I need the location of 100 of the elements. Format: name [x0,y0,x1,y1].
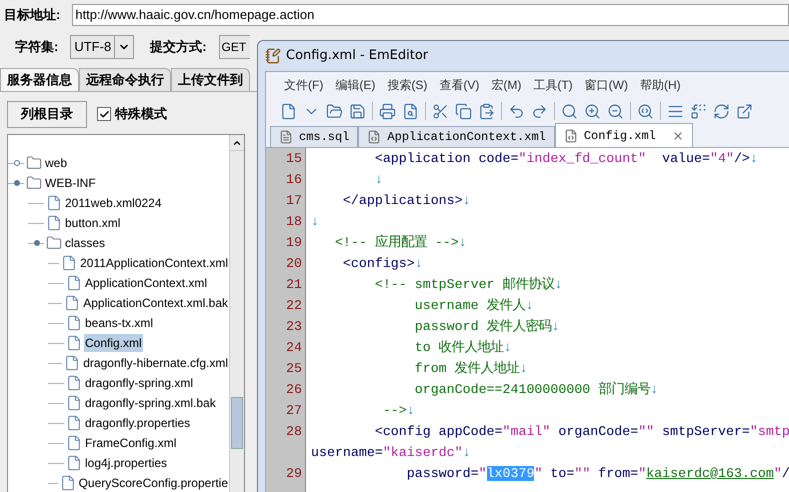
tree-item[interactable]: web [44,154,68,172]
folder-icon [26,175,42,191]
tree-item[interactable]: dragonfly-spring.xml.bak [84,394,217,412]
menu-item[interactable]: 查看(V) [439,76,480,94]
expander-handle[interactable] [14,160,20,166]
file-icon [60,475,76,491]
close-icon[interactable] [672,130,684,142]
code-line: from 发件人地址↓ [414,360,528,378]
tree-item[interactable]: WEB-INF [44,174,97,192]
printer-icon[interactable] [379,102,396,120]
tree-item[interactable]: dragonfly-spring.xml [84,374,194,392]
tab[interactable]: 上传文件到 [171,68,250,91]
preview-icon[interactable] [402,102,419,120]
paste-icon[interactable] [478,102,495,120]
code-line: organCode==24100000000 部门编号↓ [414,380,658,399]
file-icon [66,455,82,471]
expander-handle[interactable] [14,180,20,186]
line-number: 16 [286,172,302,187]
code-line: <application code="index_fd_count" value="4"/>↓ [374,150,758,168]
folder-icon [26,155,42,171]
code-line: </applications>↓ [342,192,471,210]
document-tab[interactable]: Config.xml [554,123,693,147]
file-icon [61,255,78,271]
menu-item[interactable]: 文件(F) [284,76,324,94]
tree-item[interactable]: beans-tx.xml [84,314,154,332]
find-previous-icon[interactable] [607,102,624,120]
menu-item[interactable]: 工具(T) [533,76,573,94]
cut-icon[interactable] [432,102,449,120]
url-label: 目标地址: [4,6,60,24]
menu-item[interactable]: 窗口(W) [584,76,628,94]
code-line: -->↓ [382,402,415,420]
find-next-icon[interactable] [584,102,601,120]
tree-item[interactable]: button.xml [64,214,122,232]
code-editor[interactable] [266,148,789,492]
tree-item[interactable]: dragonfly.properties [84,414,192,432]
tree-item[interactable]: Config.xml [84,334,143,352]
menu-item[interactable]: 帮助(H) [640,76,681,94]
expander-handle[interactable] [34,240,40,246]
document-icon [367,130,382,144]
tree-item[interactable]: dragonfly-hibernate.cfg.xml [82,354,229,372]
line-number: 25 [286,361,302,376]
charset-label: 字符集: [15,38,58,56]
line-number: 17 [286,193,302,208]
folder-icon[interactable] [326,102,343,120]
checkbox[interactable] [97,107,111,121]
save-icon[interactable] [349,102,366,120]
file-icon [46,215,62,231]
list-root-button[interactable]: 列根目录 [7,100,87,128]
line-number: 18 [286,214,302,229]
redo-icon[interactable] [531,102,548,120]
code-line: username="kaiserdc"↓ [310,444,471,462]
menu-item[interactable]: 编辑(E) [335,76,376,94]
document-tab[interactable]: cms.sql [270,126,358,147]
tree-item[interactable]: FrameConfig.xml [84,434,178,452]
search-icon[interactable] [561,102,578,120]
wrap-icon[interactable] [713,102,730,120]
tree-item[interactable]: 2011ApplicationContext.xml [79,254,229,272]
code-line: ↓ [310,213,319,231]
line-number: 28 [286,424,302,439]
scrollbar[interactable] [229,135,244,492]
tab[interactable]: 远程命令执行 [79,68,171,91]
undo-icon[interactable] [508,102,525,120]
tree-item[interactable]: log4j.properties [84,454,168,472]
copy-icon[interactable] [455,102,472,120]
document-icon [279,130,293,144]
export-icon[interactable] [736,102,753,120]
code-line: <config appCode="mail" organCode="" smtpServer="smtp [374,423,789,441]
checkbox-label: 特殊模式 [115,105,167,124]
line-number: 23 [286,319,302,334]
file-icon [66,275,82,291]
tab[interactable]: 服务器信息 [0,68,79,91]
tree-item[interactable]: QueryScoreConfig.propertie [78,474,229,492]
code-line: to 收件人地址↓ [414,338,512,357]
code-line: <!-- 应用配置 -->↓ [334,234,467,252]
method-dropdown[interactable]: GET [218,35,250,59]
folder-icon [46,235,62,251]
tree-item[interactable]: classes [64,234,106,252]
code-line: <configs>↓ [342,255,423,273]
code-line: password 发件人密码↓ [414,318,560,336]
file-icon [66,315,82,331]
line-number: 29 [286,466,302,481]
tree-item[interactable]: ApplicationContext.xml.bak [82,294,229,312]
line-number: 20 [286,256,302,271]
tree-item[interactable]: ApplicationContext.xml [84,274,208,292]
line-number: 15 [286,151,302,166]
document-icon [564,128,578,142]
url-field[interactable]: http://www.haaic.gov.cn/homepage.action [72,4,789,26]
line-number: 19 [286,235,302,250]
new-file-icon[interactable] [280,102,297,120]
line-number: 27 [286,403,302,418]
scrollbar-thumb[interactable] [231,397,243,449]
file-icon [66,435,82,451]
charset-dropdown[interactable]: UTF-8 [70,35,134,59]
menu-item[interactable]: 搜索(S) [387,76,428,94]
tree-item[interactable]: 2011web.xml0224 [64,194,163,212]
replace-icon[interactable] [690,102,707,120]
file-icon [64,355,80,371]
document-tab[interactable]: ApplicationContext.xml [358,126,555,147]
find-in-files-icon[interactable] [637,102,654,120]
menu-item[interactable]: 宏(M) [491,76,522,94]
